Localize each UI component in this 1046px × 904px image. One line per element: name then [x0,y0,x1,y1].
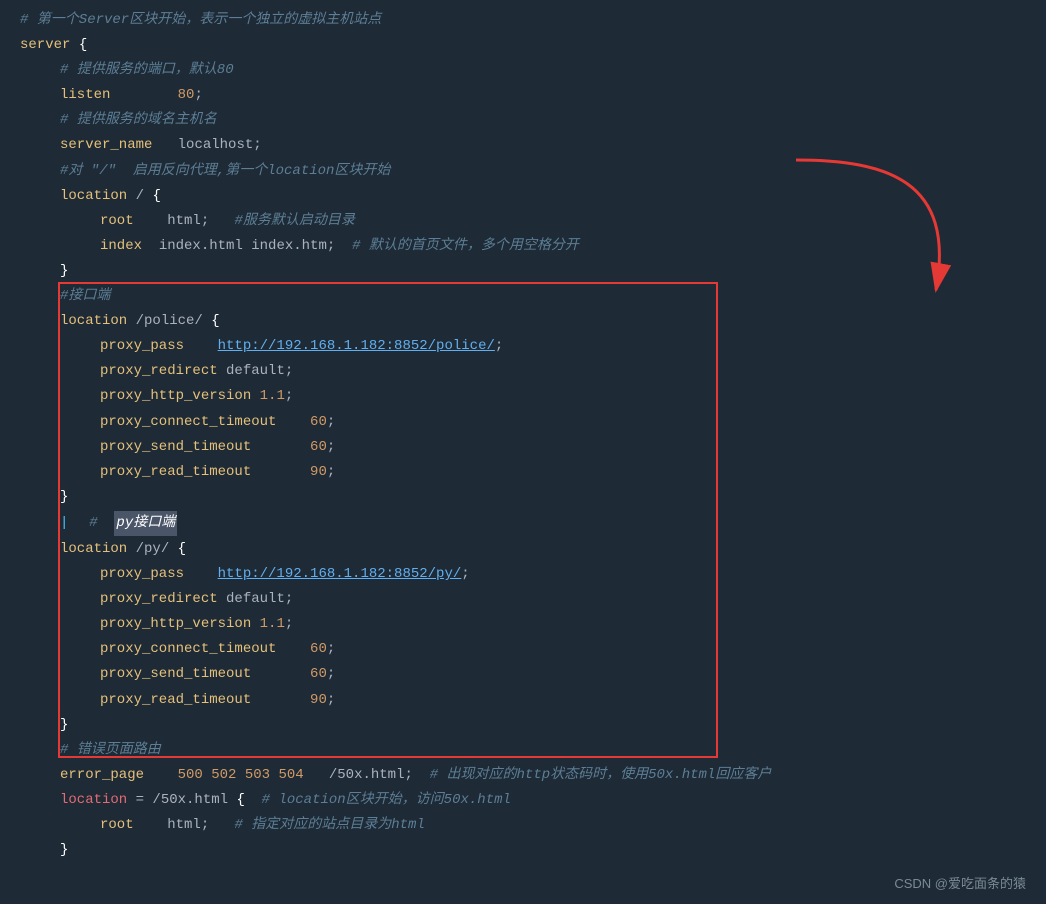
code-line: error_page 500 502 503 504 /50x.html; # … [0,763,1046,788]
code-line: proxy_http_version 1.1; [0,612,1046,637]
code-line: } [0,485,1046,510]
code-line: # 第一个Server区块开始，表示一个独立的虚拟主机站点 [0,8,1046,33]
code-editor: # 第一个Server区块开始，表示一个独立的虚拟主机站点 server { #… [0,0,1046,904]
code-line: index index.html index.htm; # 默认的首页文件，多个… [0,234,1046,259]
code-line: proxy_redirect default; [0,587,1046,612]
code-line: } [0,713,1046,738]
code-block: # 第一个Server区块开始，表示一个独立的虚拟主机站点 server { #… [0,0,1046,871]
code-line: root html; #服务默认启动目录 [0,209,1046,234]
code-line: server_name localhost; [0,133,1046,158]
code-line: location /police/ { [0,309,1046,334]
code-line: } [0,838,1046,863]
code-line: location = /50x.html { # location区块开始，访问… [0,788,1046,813]
code-line: proxy_pass http://192.168.1.182:8852/pol… [0,334,1046,359]
watermark: CSDN @爱吃面条的猿 [894,873,1026,892]
code-line: root html; # 指定对应的站点目录为html [0,813,1046,838]
code-line: #接口端 [0,284,1046,309]
code-line: #对 "/" 启用反向代理,第一个location区块开始 [0,159,1046,184]
code-line: proxy_pass http://192.168.1.182:8852/py/… [0,562,1046,587]
code-line: } [0,259,1046,284]
code-line: proxy_send_timeout 60; [0,662,1046,687]
code-line: proxy_connect_timeout 60; [0,410,1046,435]
code-line: proxy_send_timeout 60; [0,435,1046,460]
code-line: proxy_read_timeout 90; [0,460,1046,485]
code-line-selected: | # py接口端 [0,510,1046,537]
code-line: proxy_redirect default; [0,359,1046,384]
code-line: server { [0,33,1046,58]
code-line: proxy_read_timeout 90; [0,688,1046,713]
code-line: # 错误页面路由 [0,738,1046,763]
code-line: location / { [0,184,1046,209]
code-line: proxy_http_version 1.1; [0,384,1046,409]
code-line: # 提供服务的域名主机名 [0,108,1046,133]
code-line: proxy_connect_timeout 60; [0,637,1046,662]
code-line: listen 80; [0,83,1046,108]
code-line: location /py/ { [0,537,1046,562]
code-line: # 提供服务的端口，默认80 [0,58,1046,83]
